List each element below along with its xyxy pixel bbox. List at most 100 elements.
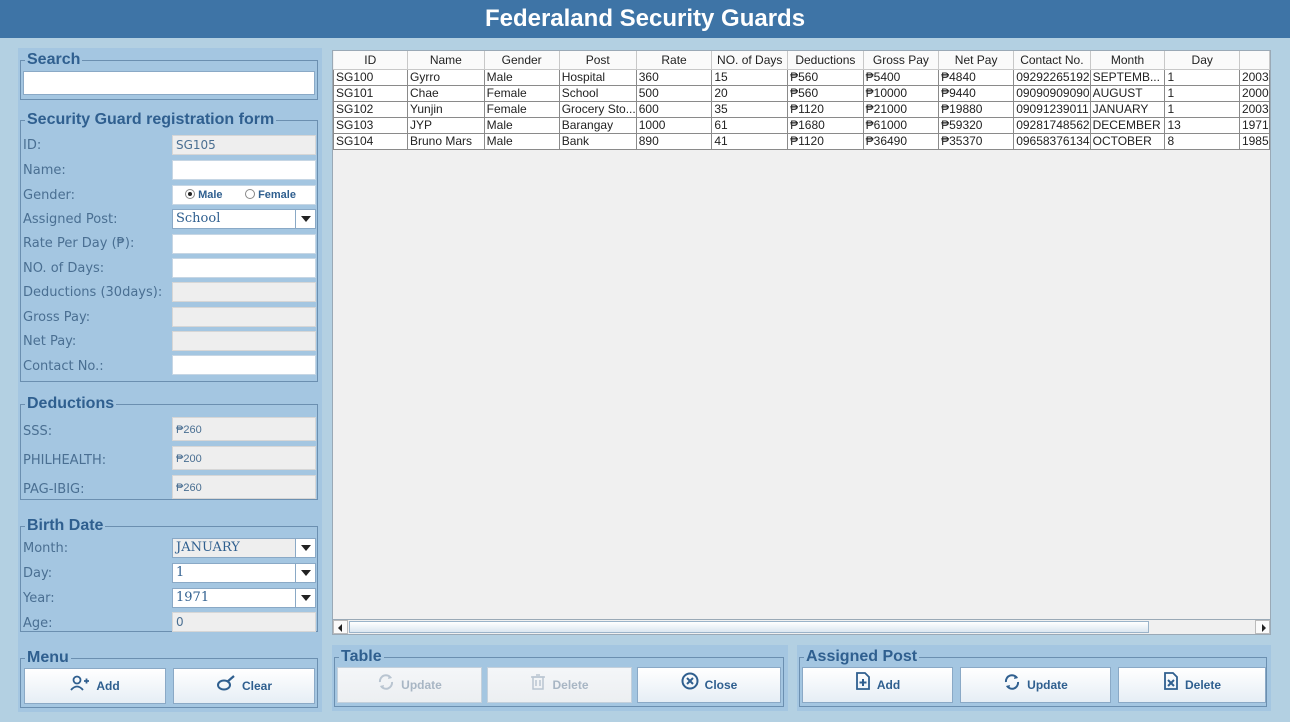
delete-file-icon [1163,669,1179,703]
table-cell: ₱59320 [938,116,1015,134]
table-cell: Yunjin [407,100,485,118]
table-row[interactable]: SG102 Yunjin Female Grocery Sto... 600 35 ₱112… [333,100,1270,118]
column-header[interactable]: Net Pay [938,51,1015,70]
table-cell: DECEMBER [1089,116,1166,134]
deductions-group: Deductions SSS: ₱260 PHILHEALTH: ₱200 PA… [20,394,318,500]
table-row[interactable]: SG104 Bruno Mars Male Bank 890 41 ₱1120 ₱36490 ₱… [333,132,1270,150]
table-cell: 61 [711,116,789,134]
table-cell: 09281748562 [1013,116,1091,134]
gross-pay-label: Gross Pay: [23,310,91,325]
assigned-post-select[interactable]: School [172,209,316,229]
table-cell: 1 [1164,68,1240,86]
day-select[interactable]: 1 [172,563,316,583]
year-value: 1971 [176,590,210,605]
scrollbar-thumb[interactable] [349,621,1149,633]
year-label: Year: [23,591,55,606]
add-post-button[interactable]: Add [802,667,953,703]
table-cell: Grocery Sto... [558,100,637,118]
clear-button[interactable]: Clear [173,668,315,704]
age-field: 0 [172,612,316,632]
month-select[interactable]: JANUARY [172,538,316,558]
guards-table[interactable]: ID Name Gender Post Rate NO. of Days Deduction… [332,50,1271,634]
table-cell: AUGUST [1089,84,1166,102]
column-header[interactable]: Post [559,51,637,70]
table-actions-panel: Table Update Delete Close [332,645,788,711]
table-cell: 1 [1164,100,1240,118]
trash-icon [530,669,546,703]
name-field[interactable] [172,160,316,180]
scroll-left-icon[interactable] [333,620,348,634]
table-cell: Male [483,132,560,150]
column-header[interactable]: Day [1164,51,1240,70]
table-cell: JANUARY [1089,100,1166,118]
table-cell: 600 [635,100,713,118]
table-row[interactable]: SG101 Chae Female School 500 20 ₱560 ₱10000 ₱944… [333,84,1270,102]
table-row[interactable]: SG100 Gyrro Male Hospital 360 15 ₱560 ₱5400 ₱484… [333,68,1270,86]
gross-pay-field [172,307,316,327]
chevron-down-icon[interactable] [295,539,315,557]
refresh-icon [377,669,395,703]
column-header[interactable]: Month [1090,51,1166,70]
column-header[interactable]: Contact No. [1013,51,1091,70]
add-guard-button[interactable]: Add [24,668,166,704]
column-header[interactable]: Rate [636,51,713,70]
table-cell: SEPTEMB... [1089,68,1166,86]
philhealth-label: PHILHEALTH: [23,453,107,468]
pagibig-field: ₱260 [172,475,316,499]
month-value: JANUARY [176,540,240,555]
days-field[interactable] [172,258,316,278]
deductions-title: Deductions [25,394,117,414]
assigned-post-group: Assigned Post Add Update Delete [799,647,1267,707]
table-cell: Gyrro [407,68,485,86]
column-header[interactable]: Gross Pay [863,51,940,70]
contact-field[interactable] [172,355,316,375]
table-row[interactable]: SG103 JYP Male Barangay 1000 61 ₱1680 ₱61000 ₱59… [333,116,1270,134]
table-cell: 09292265192 [1013,68,1091,86]
id-field: SG105 [172,135,316,155]
radio-selected-icon [185,189,195,199]
table-cell: ₱10000 [862,84,940,102]
gender-male-option[interactable]: Male [185,186,223,204]
table-cell: ₱560 [787,84,864,102]
chevron-down-icon[interactable] [295,564,315,582]
search-input[interactable] [23,71,315,95]
column-header[interactable]: NO. of Days [711,51,789,70]
horizontal-scrollbar[interactable] [332,619,1271,635]
rate-field[interactable] [172,234,316,254]
table-cell: 1 [1164,84,1240,102]
table-cell: SG104 [333,132,408,150]
update-post-label: Update [1027,678,1068,692]
year-select[interactable]: 1971 [172,588,316,608]
chevron-down-icon[interactable] [295,589,315,607]
update-row-button[interactable]: Update [337,667,482,703]
table-cell: 1000 [635,116,713,134]
column-header[interactable]: Name [407,51,485,70]
deductions-field [172,282,316,302]
table-cell: 1985 [1238,132,1270,150]
clear-label: Clear [241,679,273,693]
gender-female-option[interactable]: Female [245,186,296,204]
guards-table-grid: ID Name Gender Post Rate NO. of Days Deduction… [333,51,1270,150]
table-cell: Barangay [558,116,637,134]
table-cell: ₱1680 [787,116,864,134]
gender-label: Gender: [23,188,76,203]
scroll-right-icon[interactable] [1255,620,1270,634]
table-cell: 890 [635,132,713,150]
table-cell: ₱1120 [787,132,864,150]
chevron-down-icon[interactable] [295,210,315,228]
close-circle-icon [681,669,699,703]
add-file-icon [855,669,871,703]
column-header[interactable]: Gender [484,51,560,70]
close-button[interactable]: Close [637,667,781,703]
days-label: NO. of Days: [23,261,105,276]
add-post-label: Add [876,678,901,692]
update-post-button[interactable]: Update [960,667,1111,703]
column-header[interactable]: Deductions [787,51,864,70]
column-header[interactable] [1239,51,1270,70]
column-header[interactable]: ID [333,51,408,70]
delete-post-button[interactable]: Delete [1118,667,1266,703]
delete-row-button[interactable]: Delete [487,667,632,703]
net-pay-label: Net Pay: [23,334,77,349]
close-label: Close [704,678,738,692]
table-cell: SG103 [333,116,408,134]
